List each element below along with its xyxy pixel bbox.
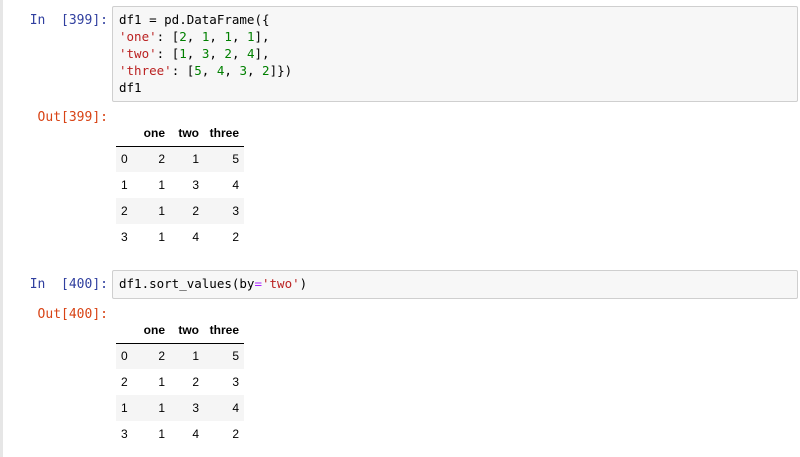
code-token: , — [231, 29, 247, 44]
table-cell: 2 — [232, 427, 239, 441]
table-cell: 4 — [192, 230, 199, 244]
column-header: three — [204, 317, 244, 344]
code-input-400[interactable]: df1.sort_values(by='two') — [112, 270, 798, 299]
in-prompt-399: In [399]: — [29, 13, 108, 28]
index-header — [116, 120, 138, 147]
code-line: df1 = pd.DataFrame({ — [119, 11, 797, 28]
table-cell: 4 — [192, 427, 199, 441]
code-token: , — [201, 63, 217, 78]
code-string-token: 'two' — [262, 276, 300, 291]
code-token: , — [246, 63, 263, 78]
table-cell: 5 — [232, 349, 239, 364]
code-token: , — [186, 46, 202, 61]
code-token: ], — [254, 29, 270, 44]
table-cell: 3 — [232, 204, 239, 218]
row-index: 2 — [121, 375, 128, 389]
table-cell: 1 — [158, 401, 165, 415]
code-token: , — [209, 46, 225, 61]
table-cell: 3 — [192, 401, 199, 415]
table-cell: 2 — [232, 230, 239, 244]
code-string-token: 'three' — [119, 63, 172, 78]
row-index: 0 — [121, 349, 128, 364]
table-cell: 2 — [192, 375, 199, 389]
out-prompt-400: Out[400]: — [37, 307, 108, 322]
table-cell: 1 — [158, 204, 165, 218]
code-token: , — [186, 29, 202, 44]
code-token: ]}) — [269, 63, 293, 78]
row-index: 2 — [121, 204, 128, 218]
code-line: 'one': [2, 1, 1, 1], — [119, 28, 797, 45]
table-cell: 1 — [192, 152, 199, 167]
code-line: 'three': [5, 4, 3, 2]}) — [119, 62, 797, 79]
table-row: 0 2 1 5 — [116, 343, 244, 369]
code-number-token: 4 — [247, 46, 255, 61]
code-token: , — [231, 46, 247, 61]
notebook-left-rail — [0, 0, 3, 457]
column-header: two — [170, 120, 204, 147]
code-token: : [ — [156, 29, 180, 44]
code-line: 'two': [1, 3, 2, 4], — [119, 45, 797, 62]
code-token: df1 = pd.DataFrame({ — [119, 12, 270, 27]
code-token: : [ — [156, 46, 180, 61]
table-cell: 1 — [158, 230, 165, 244]
column-header: three — [204, 120, 244, 147]
table-cell: 1 — [158, 375, 165, 389]
table-cell: 2 — [158, 152, 165, 167]
code-token: : [ — [171, 63, 195, 78]
row-index: 1 — [121, 178, 128, 192]
table-cell: 1 — [158, 427, 165, 441]
code-operator-token: = — [254, 276, 262, 291]
table-row: 2 1 2 3 — [116, 198, 244, 224]
index-header — [116, 317, 138, 344]
table-row: 2 1 2 3 — [116, 369, 244, 395]
table-row: 1 1 3 4 — [116, 172, 244, 198]
code-line: df1.sort_values(by='two') — [119, 275, 797, 292]
table-cell: 3 — [192, 178, 199, 192]
table-cell: 1 — [192, 349, 199, 364]
table-cell: 5 — [232, 152, 239, 167]
column-header: one — [138, 317, 170, 344]
code-string-token: 'two' — [119, 46, 157, 61]
code-number-token: 2 — [224, 46, 232, 61]
code-token: df1 — [119, 80, 142, 95]
table-row: 3 1 4 2 — [116, 421, 244, 447]
dataframe-output-400: one two three 0 2 1 5 2 1 2 3 1 1 3 4 3 … — [116, 317, 244, 447]
row-index: 1 — [121, 401, 128, 415]
code-number-token: 1 — [247, 29, 255, 44]
code-token: ], — [254, 46, 270, 61]
code-number-token: 1 — [179, 46, 187, 61]
table-cell: 2 — [192, 204, 199, 218]
row-index: 0 — [121, 152, 128, 167]
code-string-token: 'one' — [119, 29, 157, 44]
code-number-token: 2 — [179, 29, 187, 44]
code-token: , — [209, 29, 225, 44]
column-header: two — [170, 317, 204, 344]
code-input-399[interactable]: df1 = pd.DataFrame({ 'one': [2, 1, 1, 1]… — [112, 6, 798, 102]
code-number-token: 1 — [224, 29, 232, 44]
code-number-token: 5 — [194, 63, 202, 78]
table-row: 3 1 4 2 — [116, 224, 244, 250]
table-cell: 2 — [158, 349, 165, 364]
out-prompt-399: Out[399]: — [37, 110, 108, 125]
row-index: 3 — [121, 230, 128, 244]
code-number-token: 2 — [262, 63, 270, 78]
dataframe-output-399: one two three 0 2 1 5 1 1 3 4 2 1 2 3 3 … — [116, 120, 244, 250]
code-token: , — [224, 63, 240, 78]
column-header: one — [138, 120, 170, 147]
table-cell: 4 — [232, 178, 239, 192]
row-index: 3 — [121, 427, 128, 441]
table-cell: 4 — [232, 401, 239, 415]
code-number-token: 3 — [239, 63, 247, 78]
code-token: df1.sort_values(by — [119, 276, 255, 291]
table-cell: 1 — [158, 178, 165, 192]
in-prompt-400: In [400]: — [29, 277, 108, 292]
code-line: df1 — [119, 79, 797, 96]
code-token: ) — [299, 276, 308, 291]
table-row: 1 1 3 4 — [116, 395, 244, 421]
table-row: 0 2 1 5 — [116, 146, 244, 172]
table-cell: 3 — [232, 375, 239, 389]
